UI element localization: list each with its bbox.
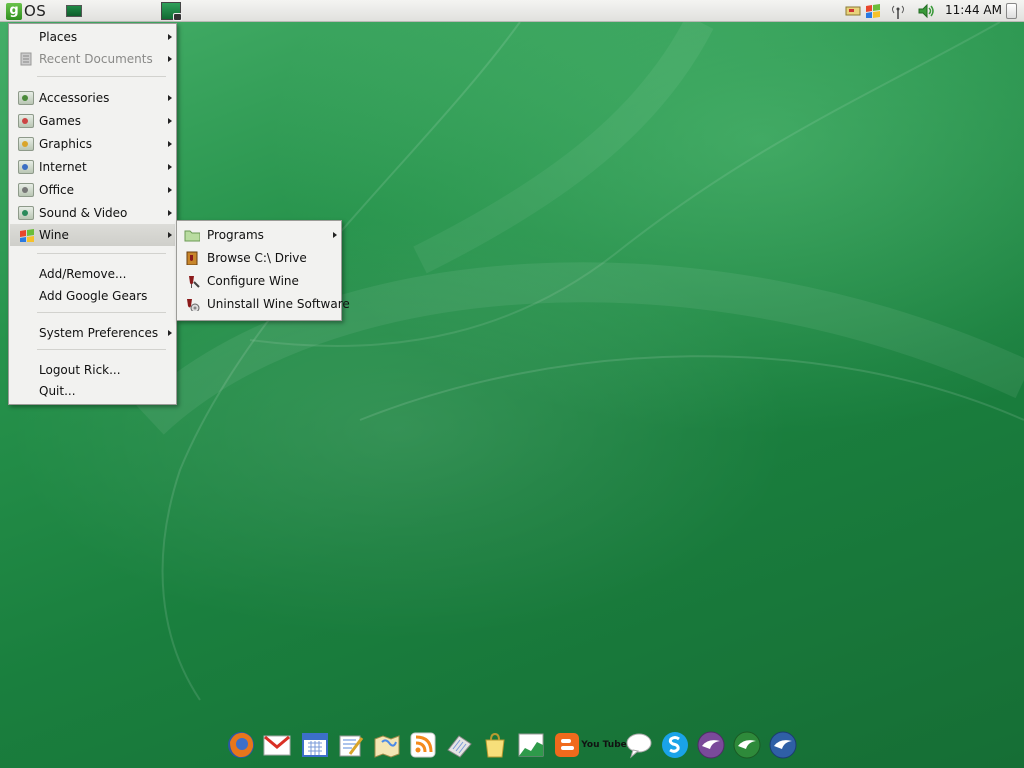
menu-item-label: Quit... <box>39 384 76 398</box>
gos-logo-text: OS <box>24 2 47 20</box>
wine-config-icon <box>189 276 200 288</box>
menu-item-sound-video[interactable]: Sound & Video <box>10 202 175 224</box>
top-panel: g OS 11:44 AM <box>0 0 1024 22</box>
submenu-arrow-icon <box>168 118 172 124</box>
wine-browse-icon <box>186 251 198 265</box>
graphics-icon <box>18 137 34 151</box>
submenu-arrow-icon <box>168 56 172 62</box>
submenu-arrow-icon <box>168 232 172 238</box>
internet-icon <box>18 160 34 174</box>
youtube-logo-text: You Tube <box>581 740 627 750</box>
menu-item-system-preferences[interactable]: System Preferences <box>10 322 175 344</box>
menu-item-label: Graphics <box>39 137 92 151</box>
youtube-icon[interactable]: You Tube <box>581 730 627 760</box>
volume-icon[interactable] <box>917 3 937 19</box>
submenu-arrow-icon <box>168 164 172 170</box>
menu-item-internet[interactable]: Internet <box>10 156 175 178</box>
menu-item-add-remove[interactable]: Add/Remove... <box>10 263 175 285</box>
menu-item-quit[interactable]: Quit... <box>10 380 175 402</box>
accessories-icon <box>18 91 34 105</box>
folder-icon <box>184 230 200 242</box>
wine-submenu: Programs Browse C:\ Drive Configure Wine… <box>176 220 350 321</box>
submenu-arrow-icon <box>168 95 172 101</box>
menu-item-graphics[interactable]: Graphics <box>10 133 175 155</box>
menu-item-label: Uninstall Wine Software <box>207 297 350 311</box>
shopping-bag-icon[interactable] <box>480 730 510 760</box>
maps-icon[interactable] <box>372 730 402 760</box>
menu-item-wine[interactable]: Wine <box>10 224 175 246</box>
menu-item-label: Games <box>39 114 81 128</box>
submenu-arrow-icon <box>168 187 172 193</box>
menu-item-add-google-gears[interactable]: Add Google Gears <box>10 285 175 307</box>
wine-icon <box>20 229 34 242</box>
blogger-icon[interactable] <box>552 730 582 760</box>
wine-uninstall-icon <box>187 299 200 311</box>
menu-separator <box>37 312 166 313</box>
submenu-arrow-icon <box>168 34 172 40</box>
menu-item-label: Configure Wine <box>207 274 299 288</box>
menu-item-accessories[interactable]: Accessories <box>10 87 175 109</box>
network-card-icon[interactable] <box>845 3 861 17</box>
menu-item-label: Recent Documents <box>39 52 153 66</box>
submenu-item-configure-wine[interactable]: Configure Wine <box>178 270 340 292</box>
main-menu: Places Recent Documents Accessories Game… <box>8 23 177 405</box>
clock[interactable]: 11:44 AM <box>945 3 1002 17</box>
menu-item-logout[interactable]: Logout Rick... <box>10 359 175 381</box>
menu-item-recent-documents[interactable]: Recent Documents <box>10 48 175 70</box>
gos-menu-button[interactable]: g OS <box>6 2 54 20</box>
menu-item-label: System Preferences <box>39 326 159 340</box>
menu-item-label: Accessories <box>39 91 110 105</box>
recent-documents-icon <box>20 52 32 66</box>
menu-separator <box>37 349 166 350</box>
document-editor-icon[interactable] <box>336 730 366 760</box>
wireless-icon[interactable] <box>889 3 907 19</box>
show-desktop-icon[interactable] <box>66 5 82 17</box>
submenu-item-browse-c-drive[interactable]: Browse C:\ Drive <box>178 247 340 269</box>
submenu-item-uninstall-wine-software[interactable]: Uninstall Wine Software <box>178 293 350 315</box>
battery-icon[interactable] <box>1006 3 1017 19</box>
skype-icon[interactable] <box>660 730 690 760</box>
openoffice-calc-icon[interactable] <box>732 730 762 760</box>
calendar-icon[interactable] <box>300 730 330 760</box>
sound-video-icon <box>18 206 34 220</box>
gmail-icon[interactable] <box>262 730 292 760</box>
windows-flag-icon[interactable] <box>864 3 882 19</box>
menu-item-office[interactable]: Office <box>10 179 175 201</box>
menu-item-games[interactable]: Games <box>10 110 175 132</box>
menu-item-label: Office <box>39 183 75 197</box>
menu-item-label: Internet <box>39 160 87 174</box>
submenu-arrow-icon <box>333 232 337 238</box>
rss-feed-icon[interactable] <box>408 730 438 760</box>
office-icon <box>18 183 34 197</box>
menu-item-label: Browse C:\ Drive <box>207 251 307 265</box>
submenu-arrow-icon <box>168 141 172 147</box>
menu-item-label: Add Google Gears <box>39 289 148 303</box>
menu-item-places[interactable]: Places <box>10 26 175 48</box>
chat-icon[interactable] <box>624 730 654 760</box>
submenu-arrow-icon <box>168 210 172 216</box>
submenu-item-programs[interactable]: Programs <box>178 224 340 246</box>
menu-item-label: Places <box>39 30 78 44</box>
news-icon[interactable] <box>444 730 474 760</box>
menu-item-label: Sound & Video <box>39 206 128 220</box>
openoffice-writer-icon[interactable] <box>696 730 726 760</box>
menu-item-label: Logout Rick... <box>39 363 121 377</box>
firefox-icon[interactable] <box>226 730 256 760</box>
gos-logo-letter: g <box>6 2 22 20</box>
submenu-arrow-icon <box>168 330 172 336</box>
camera-icon <box>173 13 182 21</box>
openoffice-impress-icon[interactable] <box>768 730 798 760</box>
games-icon <box>18 114 34 128</box>
spreadsheet-icon[interactable] <box>516 730 546 760</box>
application-dock: You Tube <box>224 728 800 762</box>
menu-item-label: Programs <box>207 228 264 242</box>
menu-item-label: Add/Remove... <box>39 267 127 281</box>
menu-separator <box>37 76 166 77</box>
menu-separator <box>37 253 166 254</box>
screenshot-icon[interactable] <box>161 2 182 21</box>
menu-item-label: Wine <box>39 228 69 242</box>
